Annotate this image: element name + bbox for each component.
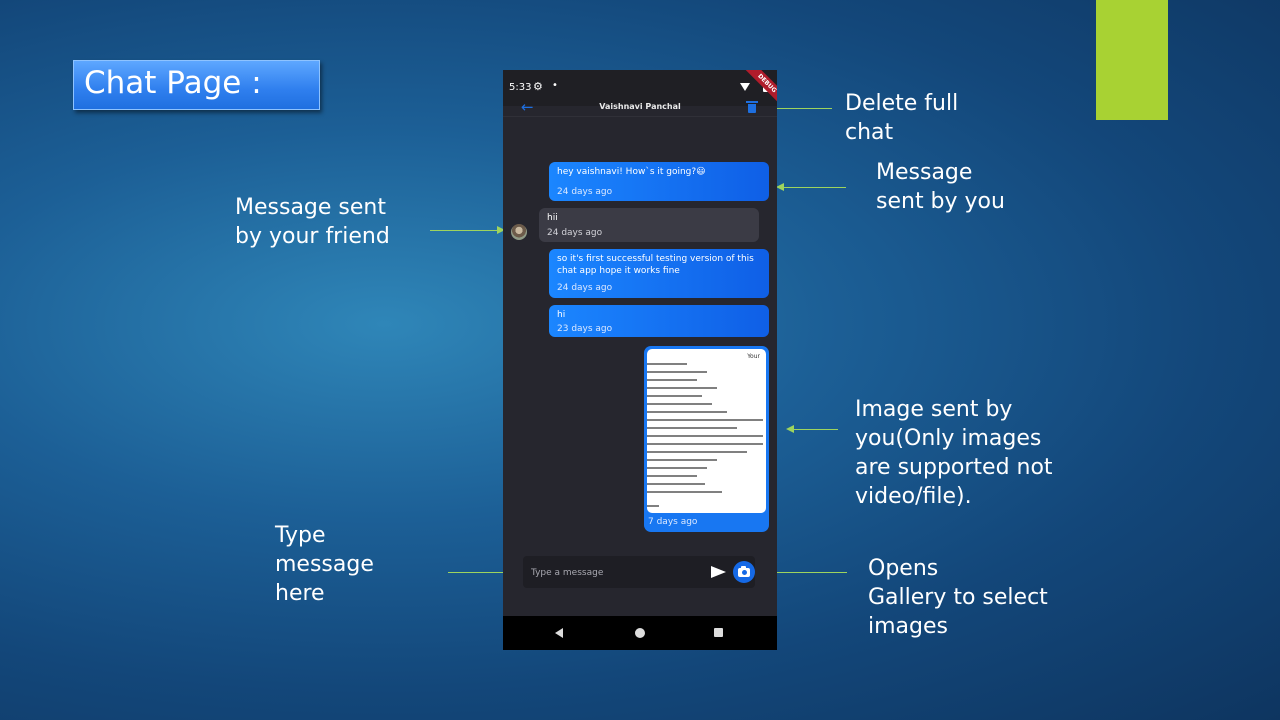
message-time: 24 days ago: [557, 283, 613, 293]
annotation-friend-message: Message sent by your friend: [235, 195, 390, 249]
notification-dot-icon: •: [552, 80, 558, 91]
camera-button[interactable]: [733, 561, 755, 583]
message-text: hey vaishnavi! How`s it going?😃: [557, 167, 706, 177]
friend-avatar: [511, 224, 527, 240]
arrow-image-sent: [786, 425, 838, 433]
status-time: 5:33: [509, 82, 532, 93]
message-time: 24 days ago: [547, 228, 603, 238]
message-sent[interactable]: so it's first successful testing version…: [549, 249, 769, 298]
message-text: hi: [557, 310, 566, 320]
message-text: hii: [547, 213, 558, 223]
message-input-bar: [523, 556, 755, 588]
annotation-image-sent: Image sent by you(Only images are suppor…: [855, 397, 1053, 509]
nav-recents-icon[interactable]: [714, 628, 723, 637]
gear-icon: ⚙: [533, 80, 543, 93]
phone-screen: 5:33 ⚙ • DEBUG ← Vaishnavi Panchal hey v…: [503, 70, 777, 650]
annotation-delete-chat: Delete full chat: [845, 91, 959, 145]
message-sent[interactable]: hey vaishnavi! How`s it going?😃 24 days …: [549, 162, 769, 201]
image-message[interactable]: Your 7 days ago: [644, 346, 769, 532]
chat-title: Vaishnavi Panchal: [599, 102, 681, 111]
arrow-delete-chat: [766, 104, 832, 112]
arrow-message-sent: [776, 183, 846, 191]
arrow-open-gallery: [767, 568, 847, 576]
nav-back-icon[interactable]: [555, 628, 563, 638]
wifi-icon: [740, 83, 750, 91]
message-time: 23 days ago: [557, 324, 613, 334]
arrow-friend-message: [430, 226, 505, 234]
send-icon[interactable]: [711, 566, 726, 578]
slide-title: Chat Page :: [84, 65, 262, 101]
slide-title-box: Chat Page :: [73, 60, 320, 110]
app-bar-divider: [503, 116, 777, 117]
app-bar: ← Vaishnavi Panchal: [503, 98, 777, 116]
image-caption: Your: [747, 353, 760, 360]
trash-icon[interactable]: [746, 101, 758, 113]
message-input[interactable]: [531, 565, 701, 581]
message-time: 24 days ago: [557, 187, 613, 197]
message-text: so it's first successful testing version…: [557, 254, 754, 276]
nav-home-icon[interactable]: [635, 628, 645, 638]
android-nav-bar: [503, 616, 777, 650]
message-time: 7 days ago: [648, 517, 698, 527]
annotation-message-sent: Message sent by you: [876, 160, 1005, 214]
annotation-type-message: Type message here: [275, 523, 374, 606]
accent-tab: [1096, 0, 1168, 120]
sent-image[interactable]: Your: [647, 349, 766, 513]
annotation-open-gallery: Opens Gallery to select images: [868, 556, 1048, 639]
message-sent[interactable]: hi 23 days ago: [549, 305, 769, 337]
message-received[interactable]: hii 24 days ago: [539, 208, 759, 242]
